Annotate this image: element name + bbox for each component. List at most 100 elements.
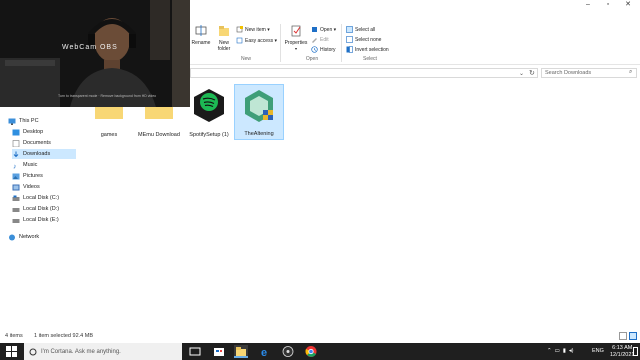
- easy-access-button[interactable]: Easy access ▾: [236, 37, 277, 44]
- drive-icon: [12, 207, 20, 212]
- taskbar-edge[interactable]: e: [258, 345, 272, 359]
- battery-icon[interactable]: ▮: [563, 343, 566, 360]
- nav-item-label: Downloads: [23, 151, 51, 157]
- address-dropdown-icon[interactable]: ⌄: [519, 70, 524, 77]
- clock-date: 12/1/2021: [610, 352, 635, 358]
- language-indicator[interactable]: ENG: [592, 343, 604, 360]
- desktop-icon: [12, 129, 20, 135]
- open-label: Open ▾: [320, 26, 337, 33]
- item-count: 4 items: [5, 333, 23, 339]
- easy-access-label: Easy access ▾: [245, 37, 277, 44]
- new-item-icon: [236, 26, 243, 33]
- edit-button[interactable]: Edit: [311, 36, 329, 43]
- nav-item-label: Music: [23, 162, 38, 168]
- edit-icon: [312, 38, 317, 43]
- taskbar-obs[interactable]: [281, 345, 295, 358]
- new-folder-button[interactable]: New folder: [214, 24, 234, 52]
- maximize-button[interactable]: ▫: [598, 1, 618, 9]
- ribbon-separator: [341, 24, 342, 62]
- svg-text:e: e: [261, 347, 267, 358]
- nav-item-label: This PC: [19, 118, 39, 124]
- open-button[interactable]: Open ▾: [311, 26, 336, 33]
- clock-time: 6:13 AM: [612, 345, 633, 351]
- svg-text:♪: ♪: [13, 163, 17, 169]
- task-view-button[interactable]: [188, 345, 202, 358]
- nav-item-this-pc[interactable]: This PC: [8, 116, 80, 126]
- new-item-button[interactable]: New item ▾: [236, 26, 270, 33]
- properties-button[interactable]: Properties ▾: [283, 24, 309, 51]
- rename-button[interactable]: Rename: [190, 24, 212, 46]
- rename-label: Rename: [191, 40, 211, 46]
- invert-selection-icon: [346, 46, 353, 53]
- computer-icon: [8, 118, 16, 125]
- nav-item-documents[interactable]: Documents: [12, 138, 84, 148]
- properties-icon: [291, 25, 301, 37]
- taskbar-store[interactable]: [212, 345, 226, 358]
- cortana-search-box[interactable]: I'm Cortana. Ask me anything.: [24, 343, 182, 360]
- invert-selection-button[interactable]: Invert selection: [346, 46, 389, 53]
- nav-item-videos[interactable]: Videos: [12, 182, 84, 192]
- clock[interactable]: 6:13 AM 12/1/2021: [610, 343, 634, 360]
- task-view-icon: [189, 347, 201, 356]
- drive-icon: [12, 195, 20, 201]
- edit-label: Edit: [320, 36, 329, 43]
- nav-item-label: Local Disk (C:): [23, 195, 60, 201]
- nav-item-label: Local Disk (E:): [23, 217, 59, 223]
- nav-item-downloads[interactable]: Downloads: [12, 149, 76, 159]
- refresh-icon[interactable]: ↻: [529, 69, 535, 77]
- videos-icon: [12, 184, 20, 190]
- close-button[interactable]: ✕: [618, 1, 638, 9]
- address-bar[interactable]: ⌄: [190, 68, 538, 78]
- taskbar-file-explorer[interactable]: [234, 345, 248, 358]
- new-folder-label: New folder: [217, 40, 231, 52]
- rename-icon: [195, 25, 207, 36]
- file-item-thealtening[interactable]: TheAltening: [234, 84, 284, 140]
- select-all-button[interactable]: Select all: [346, 26, 375, 33]
- nav-item-label: Pictures: [23, 173, 43, 179]
- details-view-icon[interactable]: [619, 332, 627, 340]
- select-none-icon: [346, 36, 353, 43]
- nav-item-local-disk-e[interactable]: Local Disk (E:): [12, 215, 84, 225]
- properties-dropdown-icon[interactable]: ▾: [283, 46, 309, 51]
- search-input[interactable]: Search Downloads: [541, 68, 637, 78]
- status-bar: 4 items 1 item selected 92.4 MB: [0, 330, 640, 343]
- nav-item-music[interactable]: ♪ Music: [12, 160, 84, 170]
- nav-item-label: Desktop: [23, 129, 44, 135]
- network-tray-icon[interactable]: ▭: [555, 343, 560, 360]
- nav-item-network[interactable]: Network: [8, 232, 80, 242]
- select-group-label: Select: [363, 56, 377, 62]
- store-icon: [214, 348, 224, 356]
- file-item-spotify-setup[interactable]: SpotifySetup (1): [184, 84, 234, 140]
- nav-item-desktop[interactable]: Desktop: [12, 127, 84, 137]
- system-tray: ⌃ ▭ ▮ ◂): [547, 343, 595, 360]
- action-center-icon[interactable]: [633, 347, 638, 356]
- search-icon[interactable]: ⌕: [629, 69, 632, 76]
- select-none-label: Select none: [355, 36, 382, 43]
- webcam-overlay-text: WebCam OBS: [62, 44, 118, 51]
- volume-icon[interactable]: ◂): [569, 343, 574, 360]
- start-button[interactable]: [6, 346, 17, 357]
- nav-item-local-disk-d[interactable]: Local Disk (D:): [12, 204, 84, 214]
- nav-item-local-disk-c[interactable]: Local Disk (C:): [12, 193, 84, 203]
- file-name: games: [100, 132, 118, 138]
- select-none-button[interactable]: Select none: [346, 36, 381, 43]
- music-icon: ♪: [13, 163, 17, 169]
- webcam-small-text: Turn to transparent mode · Remove backgr…: [58, 94, 157, 98]
- downloads-icon: [13, 151, 19, 157]
- select-all-label: Select all: [355, 26, 376, 33]
- file-name: SpotifySetup (1): [189, 132, 229, 138]
- file-explorer-icon: [236, 347, 246, 356]
- show-hidden-icons-icon[interactable]: ⌃: [547, 343, 552, 360]
- cortana-icon: [29, 348, 37, 355]
- large-icons-view-icon[interactable]: [629, 332, 637, 340]
- nav-item-pictures[interactable]: Pictures: [12, 171, 84, 181]
- new-group-label: New: [240, 56, 251, 62]
- file-name: TheAltening: [244, 131, 274, 137]
- ribbon-separator: [280, 24, 281, 62]
- taskbar-chrome[interactable]: [304, 345, 318, 358]
- minimize-button[interactable]: –: [578, 1, 598, 9]
- taskbar: I'm Cortana. Ask me anything. e ⌃ ▭ ▮ ◂)…: [0, 343, 640, 360]
- invert-selection-label: Invert selection: [355, 46, 389, 53]
- windows-icon: [6, 346, 17, 357]
- history-button[interactable]: History: [311, 46, 336, 53]
